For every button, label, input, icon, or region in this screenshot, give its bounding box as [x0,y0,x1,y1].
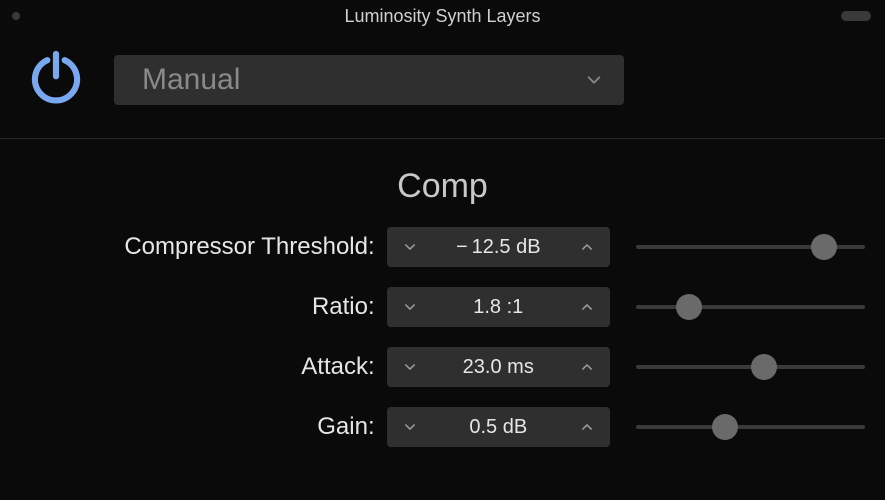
stepper-increment[interactable] [576,347,598,387]
slider-track [636,425,865,429]
slider-thumb[interactable] [751,354,777,380]
chevron-down-icon [403,360,417,374]
slider-thumb[interactable] [676,294,702,320]
param-label: Gain: [20,413,387,441]
slider-thumb[interactable] [811,234,837,260]
slider-thumb[interactable] [712,414,738,440]
stepper-increment[interactable] [576,287,598,327]
power-icon [25,49,87,111]
titlebar: Luminosity Synth Layers [0,0,885,32]
attack-slider[interactable] [636,353,865,381]
window-indicator-dot [12,12,20,20]
gain-slider[interactable] [636,413,865,441]
stepper-value: 23.0 ms [421,356,576,379]
param-row-threshold: Compressor Threshold: − 12.5 dB [20,226,865,268]
slider-track [636,305,865,309]
stepper-value: 1.8 :1 [421,296,576,319]
stepper-value: − 12.5 dB [421,236,576,259]
stepper-decrement[interactable] [399,347,421,387]
plugin-header: Manual [0,32,885,139]
param-row-attack: Attack: 23.0 ms [20,346,865,388]
stepper-increment[interactable] [576,407,598,447]
chevron-up-icon [580,360,594,374]
gain-stepper[interactable]: 0.5 dB [387,407,610,447]
param-row-gain: Gain: 0.5 dB [20,406,865,448]
chevron-up-icon [580,240,594,254]
stepper-decrement[interactable] [399,287,421,327]
chevron-down-icon [403,420,417,434]
chevron-up-icon [580,300,594,314]
threshold-stepper[interactable]: − 12.5 dB [387,227,610,267]
attack-stepper[interactable]: 23.0 ms [387,347,610,387]
param-label: Ratio: [20,293,387,321]
chevron-down-icon [403,300,417,314]
stepper-decrement[interactable] [399,227,421,267]
param-label: Attack: [20,353,387,381]
chevron-down-icon [403,240,417,254]
window-title: Luminosity Synth Layers [344,6,540,27]
param-list: Compressor Threshold: − 12.5 dB Ratio: 1… [0,226,885,448]
ratio-slider[interactable] [636,293,865,321]
stepper-increment[interactable] [576,227,598,267]
param-row-ratio: Ratio: 1.8 :1 [20,286,865,328]
ratio-stepper[interactable]: 1.8 :1 [387,287,610,327]
window-pill-icon [841,11,871,21]
param-label: Compressor Threshold: [20,233,387,261]
stepper-value: 0.5 dB [421,416,576,439]
preset-select[interactable]: Manual [114,55,624,105]
chevron-up-icon [580,420,594,434]
preset-label: Manual [142,63,240,97]
section-title: Comp [0,167,885,206]
chevron-down-icon [584,70,604,90]
threshold-slider[interactable] [636,233,865,261]
stepper-decrement[interactable] [399,407,421,447]
power-button[interactable] [22,46,90,114]
